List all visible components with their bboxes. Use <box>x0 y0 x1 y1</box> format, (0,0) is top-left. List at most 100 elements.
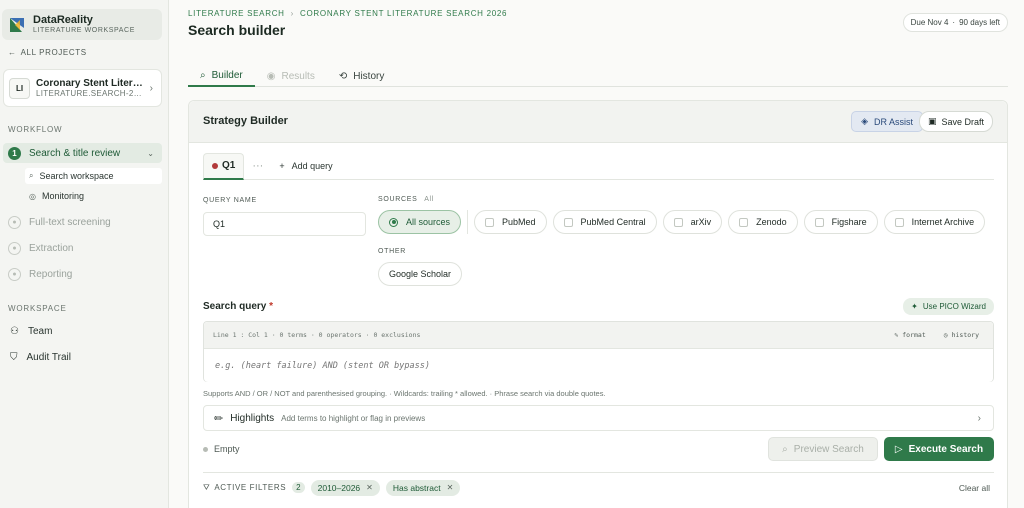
source-figshare[interactable]: Figshare <box>803 210 878 234</box>
radio-selected-icon <box>389 217 398 227</box>
assist-label: DR Assist <box>873 116 913 127</box>
sources-hint: All <box>424 196 435 203</box>
source-arxiv[interactable]: arXiv <box>662 210 723 234</box>
source-zenodo[interactable]: Zenodo <box>728 210 798 234</box>
checkbox-icon <box>814 217 824 227</box>
workflow-item-extraction[interactable]: ● Extraction <box>3 238 162 258</box>
highlights-title: Highlights <box>230 412 275 424</box>
sources-label-text: SOURCES <box>378 196 418 203</box>
filter-chip-abstract[interactable]: Has abstract ✕ <box>385 479 461 496</box>
tab-history[interactable]: ⟲ History <box>327 65 397 87</box>
source-label: Google Scholar <box>389 269 452 279</box>
pico-wizard-button[interactable]: ✦ Use PICO Wizard <box>903 298 994 315</box>
query-name-input[interactable] <box>203 212 366 236</box>
format-label: format <box>902 331 926 339</box>
history-icon: ⟲ <box>338 70 348 82</box>
all-projects-label: ALL PROJECTS <box>20 48 87 57</box>
sources-label: SOURCES All <box>378 196 434 203</box>
history-label: history <box>951 331 979 339</box>
workflow-item-fulltext[interactable]: ● Full-text screening <box>3 212 162 232</box>
chevron-down-icon: ⌄ <box>147 148 154 158</box>
clock-icon: ◷ <box>943 331 948 339</box>
add-query-label: Add query <box>291 161 333 171</box>
tab-bar: ⌕ Builder ◉ Results ⟲ History <box>188 65 1008 87</box>
due-badge: Due Nov 4 · 90 days left <box>902 13 1008 32</box>
project-switcher[interactable]: LI Coronary Stent Literature Search 2026… <box>3 69 162 107</box>
workspace-item-label: Audit Trail <box>26 352 71 363</box>
project-badge: LI <box>9 77 30 99</box>
brand-subtitle: LITERATURE WORKSPACE <box>33 26 135 34</box>
source-pubmed-central[interactable]: PubMed Central <box>552 210 657 234</box>
preview-label: Preview Search <box>793 443 864 455</box>
checkbox-icon <box>563 217 573 227</box>
query-tab-q1[interactable]: Q1 <box>203 152 245 180</box>
search-query-label: Search query * <box>203 301 273 312</box>
more-icon[interactable]: ··· <box>252 160 263 172</box>
workflow-item-search[interactable]: 1 Search & title review ⌄ <box>3 143 162 163</box>
close-icon[interactable]: ✕ <box>447 483 454 492</box>
source-label: PubMed <box>502 217 536 227</box>
status-text: Empty <box>214 444 240 454</box>
separator-dot: · <box>952 18 956 27</box>
project-name: Coronary Stent Literature Search 2026 <box>36 78 146 89</box>
history-button[interactable]: ◷ history <box>944 331 979 339</box>
lock-icon: ● <box>8 241 21 255</box>
due-date: Due Nov 4 <box>910 18 949 27</box>
checkbox-icon <box>739 217 749 227</box>
brand-name: DataReality <box>33 13 93 26</box>
sparkle-icon: ✦ <box>911 302 918 311</box>
other-label: OTHER <box>378 248 406 255</box>
save-draft-button[interactable]: ▣ Save Draft <box>918 111 993 132</box>
query-help-text: Supports AND / OR / NOT and parenthesise… <box>203 389 606 398</box>
workspace-item-audit-trail[interactable]: ⛉ Audit Trail <box>10 352 71 363</box>
save-icon: ▣ <box>927 116 937 126</box>
workspace-item-label: Team <box>27 326 53 337</box>
source-label: Figshare <box>831 217 867 227</box>
tab-results[interactable]: ◉ Results <box>255 65 327 87</box>
eye-icon: ◉ <box>266 70 276 82</box>
team-icon: ⚇ <box>10 326 19 337</box>
source-label: All sources <box>406 217 451 227</box>
source-all[interactable]: All sources <box>378 210 462 234</box>
query-name-label: QUERY NAME <box>203 197 257 204</box>
active-filters: ⛛ ACTIVE FILTERS 2 2010–2026 ✕ Has abstr… <box>203 472 994 502</box>
all-projects-link[interactable]: ← ALL PROJECTS <box>8 48 87 57</box>
chevron-right-icon: › <box>977 412 981 424</box>
source-pubmed[interactable]: PubMed <box>474 210 547 234</box>
lock-icon: ● <box>8 215 21 229</box>
workspace-item-team[interactable]: ⚇ Team <box>10 326 52 337</box>
format-button[interactable]: ✎ format <box>894 331 925 339</box>
pico-label: Use PICO Wizard <box>922 302 986 311</box>
breadcrumb-item[interactable]: LITERATURE SEARCH <box>188 9 285 18</box>
filter-chip-label: 2010–2026 <box>317 482 361 493</box>
divider <box>467 210 469 234</box>
brand-logo-icon <box>10 17 24 32</box>
breadcrumb-item[interactable]: CORONARY STENT LITERATURE SEARCH 2026 <box>300 9 507 18</box>
add-query-button[interactable]: + Add query <box>279 161 332 171</box>
brand[interactable]: DataReality LITERATURE WORKSPACE <box>2 9 162 40</box>
workflow-item-label: Search & title review <box>29 147 121 159</box>
execute-search-button[interactable]: ▷ Execute Search <box>884 437 994 461</box>
subitem-monitoring[interactable]: ◎ Monitoring <box>25 188 162 204</box>
breadcrumb: LITERATURE SEARCH › CORONARY STENT LITER… <box>188 9 507 18</box>
filters-label: ⛛ ACTIVE FILTERS <box>203 483 286 493</box>
filter-chip-label: Has abstract <box>392 482 441 493</box>
main-content: LITERATURE SEARCH › CORONARY STENT LITER… <box>170 0 1024 508</box>
close-icon[interactable]: ✕ <box>366 483 373 492</box>
source-label: Zenodo <box>756 217 787 227</box>
filter-chip-date[interactable]: 2010–2026 ✕ <box>310 479 380 496</box>
tab-builder[interactable]: ⌕ Builder <box>188 65 255 87</box>
source-internet-archive[interactable]: Internet Archive <box>883 210 986 234</box>
lock-icon: ● <box>8 267 21 281</box>
highlights-desc: Add terms to highlight or flag in previe… <box>281 413 426 423</box>
preview-search-button[interactable]: ⌕ Preview Search <box>768 437 878 461</box>
highlights-row[interactable]: ✏ Highlights Add terms to highlight or f… <box>203 405 994 431</box>
workflow-item-reporting[interactable]: ● Reporting <box>3 264 162 284</box>
subitem-search-workspace[interactable]: ⌕ Search workspace <box>25 168 162 184</box>
dr-assist-button[interactable]: ◈ DR Assist <box>851 111 923 132</box>
query-tab-label: Q1 <box>222 160 236 171</box>
workflow-heading: WORKFLOW <box>8 125 63 134</box>
clear-all-button[interactable]: Clear all <box>959 483 990 493</box>
search-query-input[interactable] <box>204 349 993 382</box>
source-google-scholar[interactable]: Google Scholar <box>378 262 463 286</box>
